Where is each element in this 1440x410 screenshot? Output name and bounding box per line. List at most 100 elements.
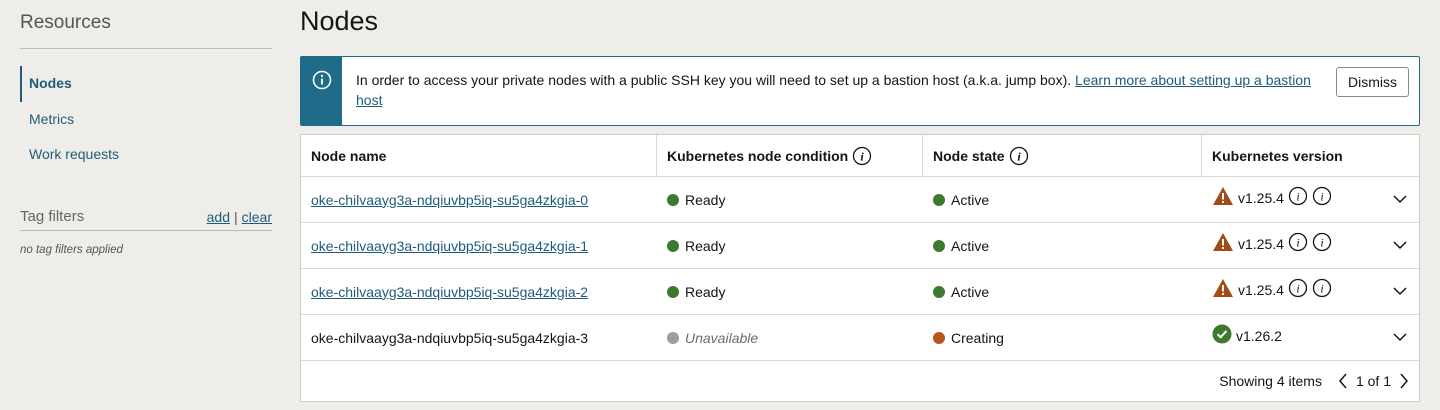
svg-text:i: i [1320, 190, 1323, 204]
creating-status-dot-icon [933, 331, 945, 344]
node-condition-cell: Ready [657, 177, 923, 222]
col-header-kubernetes-version-label: Kubernetes version [1212, 147, 1343, 164]
sidebar-item-work-requests[interactable]: Work requests [20, 137, 272, 173]
banner-message: In order to access your private nodes wi… [342, 57, 1336, 125]
node-condition-cell: Unavailable [657, 315, 923, 360]
tag-filters-title: Tag filters [20, 207, 85, 225]
nodes-table: Node name Kubernetes node condition i No… [300, 134, 1420, 402]
node-condition-cell: Ready [657, 223, 923, 268]
tag-link-separator: | [234, 208, 238, 225]
node-state-text: Creating [951, 329, 1004, 346]
node-state-cell: Creating [923, 315, 1202, 360]
node-condition-text: Ready [685, 237, 726, 254]
node-condition-text: Unavailable [685, 329, 759, 346]
col-header-node-state: Node state i [923, 135, 1202, 176]
node-name-link[interactable]: oke-chilvaayg3a-ndqiuvbp5iq-su5ga4zkgia-… [311, 284, 588, 300]
node-condition-cell: Ready [657, 269, 923, 314]
node-state-cell: Active [923, 269, 1202, 314]
upgrade-info-icon[interactable]: i [1312, 278, 1332, 301]
previous-page-chevron-left-icon[interactable] [1338, 373, 1348, 389]
node-state-text: Active [951, 237, 990, 254]
dismiss-button[interactable]: Dismiss [1336, 67, 1409, 97]
svg-text:i: i [1320, 236, 1323, 250]
svg-text:i: i [1296, 190, 1299, 204]
kubernetes-version-cell: v1.25.4 i i [1202, 223, 1419, 268]
node-state-text: Active [951, 283, 990, 300]
col-header-node-state-label: Node state [933, 147, 1005, 164]
svg-text:i: i [1296, 282, 1299, 296]
resources-nav: Nodes Metrics Work requests [20, 66, 272, 173]
kubernetes-version-text: v1.26.2 [1236, 327, 1282, 344]
condition-info-icon[interactable]: i [852, 146, 872, 166]
add-tag-filter-link[interactable]: add [207, 209, 230, 225]
clear-tag-filters-link[interactable]: clear [242, 209, 272, 225]
active-status-dot-icon [933, 239, 945, 252]
node-state-cell: Active [923, 177, 1202, 222]
col-header-node-name: Node name [301, 135, 657, 176]
node-name-link[interactable]: oke-chilvaayg3a-ndqiuvbp5iq-su5ga4zkgia-… [311, 192, 588, 208]
node-state-text: Active [951, 191, 990, 208]
tag-filter-links: add | clear [207, 209, 272, 225]
kubernetes-version-text: v1.25.4 [1238, 281, 1284, 298]
banner-text: In order to access your private nodes wi… [356, 72, 1076, 88]
page-title: Nodes [300, 6, 379, 36]
node-name-cell: oke-chilvaayg3a-ndqiuvbp5iq-su5ga4zkgia-… [301, 269, 657, 314]
col-header-kubernetes-version: Kubernetes version [1202, 135, 1419, 176]
info-icon [301, 57, 342, 125]
expand-row-chevron-down-icon[interactable] [1393, 195, 1407, 204]
state-info-icon[interactable]: i [1009, 146, 1029, 166]
items-count-text: Showing 4 items [1219, 373, 1322, 389]
node-name-cell: oke-chilvaayg3a-ndqiuvbp5iq-su5ga4zkgia-… [301, 177, 657, 222]
next-page-chevron-right-icon[interactable] [1399, 373, 1409, 389]
col-header-node-condition-label: Kubernetes node condition [667, 147, 849, 164]
sidebar-item-nodes[interactable]: Nodes [20, 66, 272, 102]
col-header-node-name-label: Node name [311, 147, 387, 164]
warning-triangle-icon [1212, 278, 1234, 301]
check-circle-icon [1212, 324, 1232, 347]
upgrade-info-icon[interactable]: i [1312, 232, 1332, 255]
ready-status-dot-icon [667, 285, 679, 298]
node-state-cell: Active [923, 223, 1202, 268]
table-row: oke-chilvaayg3a-ndqiuvbp5iq-su5ga4zkgia-… [301, 269, 1419, 315]
version-info-icon[interactable]: i [1288, 186, 1308, 209]
version-info-icon[interactable]: i [1288, 232, 1308, 255]
main-content: Nodes In order to access your private no… [300, 0, 1420, 402]
unavailable-status-dot-icon [667, 331, 679, 344]
node-name-cell: oke-chilvaayg3a-ndqiuvbp5iq-su5ga4zkgia-… [301, 315, 657, 360]
table-header-row: Node name Kubernetes node condition i No… [301, 135, 1419, 177]
sidebar-item-metrics[interactable]: Metrics [20, 102, 272, 138]
svg-text:i: i [861, 149, 865, 163]
warning-triangle-icon [1212, 232, 1234, 255]
version-info-icon[interactable]: i [1288, 278, 1308, 301]
upgrade-info-icon[interactable]: i [1312, 186, 1332, 209]
tag-filters-empty-text: no tag filters applied [20, 243, 123, 256]
table-row: oke-chilvaayg3a-ndqiuvbp5iq-su5ga4zkgia-… [301, 315, 1419, 361]
expand-row-chevron-down-icon[interactable] [1393, 333, 1407, 342]
tag-filters-header: Tag filters add | clear [20, 203, 272, 231]
svg-text:i: i [1320, 282, 1323, 296]
node-condition-text: Ready [685, 191, 726, 208]
node-name-text: oke-chilvaayg3a-ndqiuvbp5iq-su5ga4zkgia-… [311, 329, 589, 346]
table-footer: Showing 4 items 1 of 1 [301, 361, 1419, 401]
expand-row-chevron-down-icon[interactable] [1393, 241, 1407, 250]
kubernetes-version-cell: v1.25.4 i i [1202, 177, 1419, 222]
page-indicator: 1 of 1 [1355, 373, 1391, 389]
table-row: oke-chilvaayg3a-ndqiuvbp5iq-su5ga4zkgia-… [301, 223, 1419, 269]
resources-sidebar: Resources Nodes Metrics Work requests Ta… [20, 0, 272, 256]
ready-status-dot-icon [667, 193, 679, 206]
expand-row-chevron-down-icon[interactable] [1393, 287, 1407, 296]
svg-text:i: i [1296, 236, 1299, 250]
resources-title: Resources [20, 0, 272, 49]
ready-status-dot-icon [667, 239, 679, 252]
node-name-cell: oke-chilvaayg3a-ndqiuvbp5iq-su5ga4zkgia-… [301, 223, 657, 268]
kubernetes-version-cell: v1.25.4 i i [1202, 269, 1419, 314]
warning-triangle-icon [1212, 186, 1234, 209]
kubernetes-version-text: v1.25.4 [1238, 189, 1284, 206]
svg-text:i: i [1017, 149, 1021, 163]
active-status-dot-icon [933, 193, 945, 206]
node-condition-text: Ready [685, 283, 726, 300]
kubernetes-version-text: v1.25.4 [1238, 235, 1284, 252]
node-name-link[interactable]: oke-chilvaayg3a-ndqiuvbp5iq-su5ga4zkgia-… [311, 238, 588, 254]
kubernetes-version-cell: v1.26.2 [1202, 315, 1419, 360]
active-status-dot-icon [933, 285, 945, 298]
